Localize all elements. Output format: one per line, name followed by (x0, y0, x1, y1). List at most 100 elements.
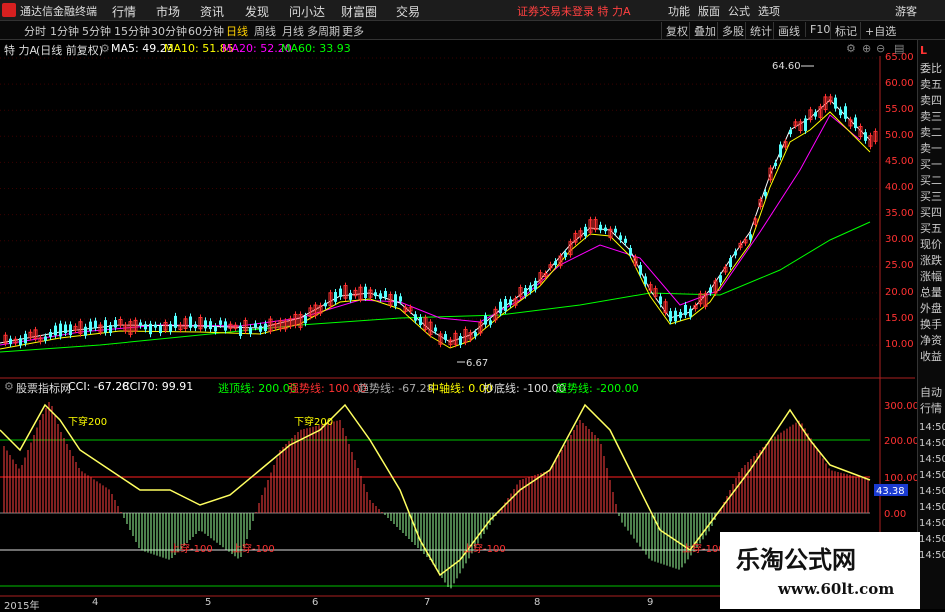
price-tick: 45.00 (885, 156, 914, 167)
sidebar-item[interactable]: 换手 (920, 316, 945, 332)
zoom-in-icon[interactable]: ⊕ (862, 42, 871, 55)
candle-down (629, 247, 632, 256)
price-tick: 10.00 (885, 339, 914, 350)
sidebar-item[interactable]: 卖五 (920, 76, 945, 92)
candle-down (334, 292, 337, 302)
candle-down (139, 322, 142, 326)
candle-down (444, 334, 447, 340)
settings-gear-icon[interactable]: ⚙ (846, 42, 856, 55)
cci-value: CCI: -67.28 (68, 380, 130, 393)
candle-down (239, 325, 242, 336)
candle-down (844, 106, 847, 119)
sidebar-item[interactable]: 卖三 (920, 108, 945, 124)
candle-down (144, 324, 147, 330)
price-tick: 30.00 (885, 234, 914, 245)
candle-down (489, 320, 492, 325)
candles (3, 93, 878, 349)
sidebar-item[interactable]: 买一 (920, 156, 945, 172)
sidebar-item[interactable]: 卖二 (920, 124, 945, 140)
sidebar-item[interactable]: 净资 (920, 332, 945, 348)
candle-down (679, 311, 682, 318)
candle-down (749, 234, 752, 240)
quote-sidebar: L 委比 卖五 卖四 卖三 卖二 卖一 买一 买二 买三 买四 买五 现价 涨跌… (917, 40, 945, 609)
candle-down (839, 109, 842, 116)
candle-down (94, 320, 97, 329)
sidebar-item[interactable]: 涨幅 (920, 268, 945, 284)
sidebar-item[interactable]: 卖四 (920, 92, 945, 108)
candle-down (159, 325, 162, 334)
x-label-sep: 9 (647, 597, 654, 608)
candle-down (219, 320, 222, 325)
sidebar-time: 14:50 (919, 454, 945, 465)
candle-down (644, 276, 647, 285)
sidebar-item[interactable]: 买二 (920, 172, 945, 188)
candle-down (719, 275, 722, 283)
sidebar-item[interactable]: 买五 (920, 220, 945, 236)
candle-down (339, 288, 342, 297)
sidebar-time: 14:50 (919, 550, 945, 561)
chart-canvas[interactable]: 64.60 6.67 300.00 200.00 100.00 0.00 43.… (0, 0, 945, 609)
candle-down (499, 301, 502, 314)
ma60-value: MA60: 33.93 (281, 42, 351, 55)
candle-down (24, 333, 27, 344)
candle-down (379, 293, 382, 299)
price-info-bar: 特 力A (日线 前复权) ⚙ MA5: 49.23 MA10: 51.85 M… (0, 40, 915, 57)
candle-down (399, 296, 402, 302)
ind-tick-0: 0.00 (884, 509, 906, 520)
sidebar-letter-icon[interactable]: L (920, 44, 945, 57)
candle-down (44, 336, 47, 341)
cci70-value: CCI70: 99.91 (122, 380, 194, 393)
layout-icon[interactable]: ▤ (894, 42, 904, 55)
sidebar-item[interactable]: 委比 (920, 60, 945, 76)
candle-down (49, 331, 52, 337)
candle-down (264, 323, 267, 332)
sidebar-time: 14:50 (919, 422, 945, 433)
price-tick: 55.00 (885, 104, 914, 115)
candle-down (779, 144, 782, 158)
candle-down (619, 235, 622, 240)
price-tick: 40.00 (885, 182, 914, 193)
candle-down (364, 286, 367, 299)
trend-line-value: 趋势线: -67.28 (358, 382, 434, 395)
candle-down (639, 265, 642, 275)
sidebar-item[interactable]: 买四 (920, 204, 945, 220)
candle-down (254, 323, 257, 328)
watermark-url: www.60lt.com (778, 580, 895, 598)
candle-down (709, 287, 712, 293)
candle-down (684, 304, 687, 316)
price-tick: 20.00 (885, 287, 914, 298)
low-price-label: 6.67 (466, 358, 488, 369)
strong-line-value: 强势线: 100.00 (288, 382, 367, 395)
ind-tick-100: 100.00 (884, 473, 919, 484)
price-tick: 15.00 (885, 313, 914, 324)
price-grid (0, 57, 880, 346)
super-bottom-value: 超势线: -200.00 (556, 382, 639, 395)
sidebar-item[interactable]: 涨跌 (920, 252, 945, 268)
zoom-out-icon[interactable]: ⊖ (876, 42, 885, 55)
sidebar-item[interactable]: 行情 (920, 400, 945, 416)
x-label-jul: 7 (424, 597, 431, 608)
sidebar-time: 14:50 (919, 438, 945, 449)
sidebar-item[interactable]: 自动 (920, 384, 945, 400)
indicator-settings-icon[interactable]: ⚙ (4, 380, 14, 393)
ma-lines (0, 99, 871, 353)
candle-down (509, 299, 512, 305)
settings-icon[interactable]: ⚙ (100, 42, 110, 55)
candle-down (484, 315, 487, 325)
candle-down (474, 332, 477, 337)
candle-down (674, 310, 677, 322)
sidebar-item[interactable]: 现价 (920, 236, 945, 252)
sidebar-item[interactable]: 卖一 (920, 140, 945, 156)
sidebar-item[interactable]: 收益 (920, 348, 945, 364)
sidebar-item[interactable]: 外盘 (920, 300, 945, 316)
annotation-cross-down-2: 下穿200 (294, 415, 333, 428)
candle-down (834, 97, 837, 109)
high-price-label: 64.60 (772, 61, 801, 72)
sidebar-item[interactable]: 买三 (920, 188, 945, 204)
sidebar-item[interactable]: 总量 (920, 284, 945, 300)
stock-name: 特 力A (4, 44, 38, 57)
candle-down (69, 324, 72, 336)
candle-down (774, 162, 777, 166)
candle-down (169, 324, 172, 332)
candle-down (349, 292, 352, 300)
